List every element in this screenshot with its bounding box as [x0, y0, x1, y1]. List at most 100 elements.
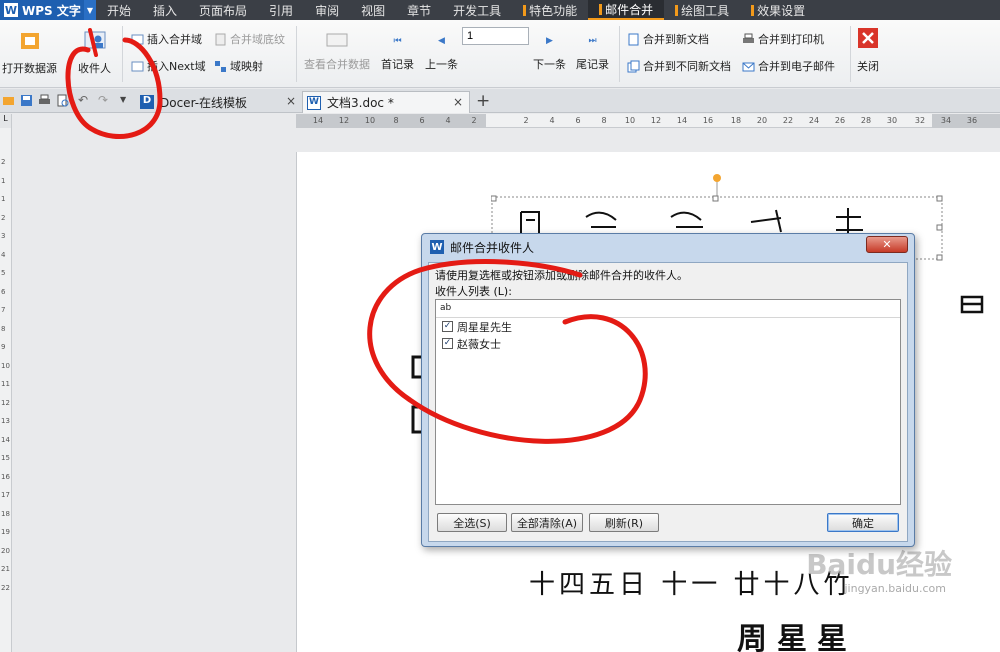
- ruler-tick-label: 1: [1, 195, 6, 203]
- chevron-down-icon[interactable]: ▼: [84, 0, 96, 20]
- new-doc-icon: [628, 33, 639, 45]
- wps-logo-icon: W: [4, 3, 18, 17]
- multi-doc-icon: [627, 60, 640, 72]
- open-icon[interactable]: [2, 94, 15, 107]
- ruler-tick-label: 10: [364, 116, 376, 125]
- insert-merge-field-button[interactable]: 插入合并域: [131, 31, 202, 47]
- recipient-checkbox[interactable]: ✓: [442, 321, 453, 332]
- merge-to-new-doc-button[interactable]: 合并到新文档: [627, 31, 709, 47]
- ruler-tick-label: 14: [1, 435, 10, 444]
- close-tab-icon[interactable]: ×: [286, 94, 296, 108]
- vertical-ruler[interactable]: 2 1 1 2 3 4 5 6 7 8 9 10 11 12 13 14 15 16 17 18 19 20 21 22: [0, 128, 12, 652]
- tab-document3[interactable]: W 文档3.doc * ×: [302, 91, 470, 113]
- first-record-button[interactable]: ⏮ 首记录: [381, 36, 414, 72]
- view-merged-data-button[interactable]: 查看合并数据: [304, 32, 370, 72]
- open-data-source-button[interactable]: 打开数据源: [2, 28, 57, 76]
- ruler-tick-label: 2: [1, 213, 6, 222]
- print-icon[interactable]: [38, 94, 51, 107]
- email-icon: [742, 62, 755, 71]
- refresh-button[interactable]: 刷新(R): [589, 513, 659, 532]
- ruler-corner[interactable]: L: [0, 114, 12, 128]
- list-item[interactable]: ✓ 周星星先生: [436, 318, 900, 335]
- close-tab-icon[interactable]: ×: [453, 95, 463, 109]
- ruler-tick-label: 22: [782, 116, 794, 125]
- ruler-tick-label: 11: [1, 380, 10, 388]
- insert-field-icon: [131, 34, 144, 44]
- select-all-button[interactable]: 全选(S): [437, 513, 507, 532]
- menu-developer[interactable]: 开发工具: [442, 0, 512, 20]
- insert-next-field-button[interactable]: 插入Next域: [131, 58, 206, 74]
- ruler-tick-label: 2: [471, 116, 477, 125]
- list-item[interactable]: ✓ 赵薇女士: [436, 335, 900, 352]
- ok-button[interactable]: 确定: [827, 513, 899, 532]
- dialog-title: 邮件合并收件人: [450, 240, 535, 255]
- save-icon[interactable]: [20, 94, 33, 107]
- dialog-close-button[interactable]: ✕: [866, 236, 908, 253]
- recipients-button[interactable]: 收件人: [78, 28, 111, 76]
- ruler-tick-label: 4: [549, 116, 555, 125]
- ruler-margin-shade: [296, 114, 486, 128]
- record-number-input[interactable]: [462, 27, 529, 45]
- menu-section[interactable]: 章节: [396, 0, 442, 20]
- menu-effects[interactable]: 效果设置: [740, 0, 816, 20]
- next-record-button[interactable]: ▶ 下一条: [533, 36, 566, 72]
- menu-insert[interactable]: 插入: [142, 0, 188, 20]
- handwritten-date-line: 十四五日 十一 廿十八竹: [529, 570, 854, 600]
- next-arrow-icon: ▶: [546, 36, 553, 46]
- ribbon: 打开数据源 收件人 插入合并域 合并域底纹 插入Next域 域映射 查看合并数据…: [0, 20, 1000, 88]
- doc-file-icon: W: [307, 95, 321, 110]
- menu-page-layout[interactable]: 页面布局: [188, 0, 258, 20]
- ruler-tick-label: 30: [886, 116, 898, 125]
- wps-logo-icon: W: [430, 240, 444, 254]
- ruler-tick-label: 12: [1, 398, 10, 407]
- recipient-list-label: 收件人列表 (L):: [435, 285, 512, 298]
- ruler-tick-label: 16: [702, 116, 714, 125]
- baidu-watermark-logo: Baidu经验: [806, 548, 952, 581]
- ruler-tick-label: 8: [601, 116, 607, 125]
- menu-review[interactable]: 审阅: [304, 0, 350, 20]
- app-name: WPS 文字: [22, 3, 81, 18]
- ribbon-separator: [122, 26, 123, 82]
- menu-mail-merge[interactable]: 邮件合并: [588, 0, 665, 20]
- merge-field-shading-button[interactable]: 合并域底纹: [214, 31, 285, 47]
- prev-record-button[interactable]: ◀ 上一条: [425, 36, 458, 72]
- view-data-icon: [326, 33, 348, 47]
- app-menu-button[interactable]: W WPS 文字 ▼: [0, 0, 96, 20]
- ruler-tick-label: 19: [1, 528, 10, 536]
- redo-icon[interactable]: ↷: [98, 93, 108, 107]
- horizontal-ruler[interactable]: 14 12 10 8 6 4 2 2 4 6 8 10 12 14 16 18 20 22 24 26 28 30 32 34…: [296, 114, 1000, 128]
- menu-home[interactable]: 开始: [96, 0, 142, 20]
- dialog-title-bar[interactable]: W 邮件合并收件人: [422, 234, 914, 260]
- menu-special[interactable]: 特色功能: [512, 0, 588, 20]
- ruler-tick-label: 4: [445, 116, 451, 125]
- undo-icon[interactable]: ↶: [78, 93, 88, 107]
- shading-icon: [215, 33, 226, 45]
- field-mapping-button[interactable]: 域映射: [214, 58, 263, 74]
- new-tab-button[interactable]: +: [476, 91, 490, 111]
- merge-to-printer-button[interactable]: 合并到打印机: [742, 31, 824, 47]
- printer-icon: [743, 33, 754, 43]
- merge-to-email-button[interactable]: 合并到电子邮件: [742, 58, 835, 74]
- clear-all-button[interactable]: 全部清除(A): [511, 513, 583, 532]
- ruler-tick-label: 1: [1, 176, 6, 185]
- close-mail-merge-button[interactable]: 关闭: [857, 28, 879, 74]
- recipient-checkbox[interactable]: ✓: [442, 338, 453, 349]
- handwritten-name: 周星星: [737, 622, 857, 652]
- print-preview-icon[interactable]: [56, 94, 69, 107]
- ribbon-separator: [619, 26, 620, 82]
- menu-drawing-tools[interactable]: 绘图工具: [664, 0, 740, 20]
- menu-view[interactable]: 视图: [350, 0, 396, 20]
- recipient-list[interactable]: ab ✓ 周星星先生 ✓ 赵薇女士: [435, 299, 901, 505]
- ruler-tick-label: 6: [575, 116, 581, 125]
- menu-references[interactable]: 引用: [258, 0, 304, 20]
- dialog-instruction: 请使用复选框或按钮添加或删除邮件合并的收件人。: [435, 269, 688, 282]
- customize-dropdown-icon[interactable]: ▼: [120, 95, 126, 104]
- last-record-button[interactable]: ⏭ 尾记录: [576, 36, 609, 72]
- list-column-header[interactable]: ab: [436, 300, 900, 318]
- baidu-watermark-url: jingyan.baidu.com: [844, 582, 946, 595]
- ruler-tick-label: 24: [808, 116, 820, 125]
- tab-docer-templates[interactable]: D Docer-在线模板 ×: [136, 91, 302, 113]
- merge-to-different-docs-button[interactable]: 合并到不同新文档: [627, 58, 731, 74]
- ruler-tick-label: 4: [1, 250, 6, 259]
- ruler-tick-label: 32: [914, 116, 926, 125]
